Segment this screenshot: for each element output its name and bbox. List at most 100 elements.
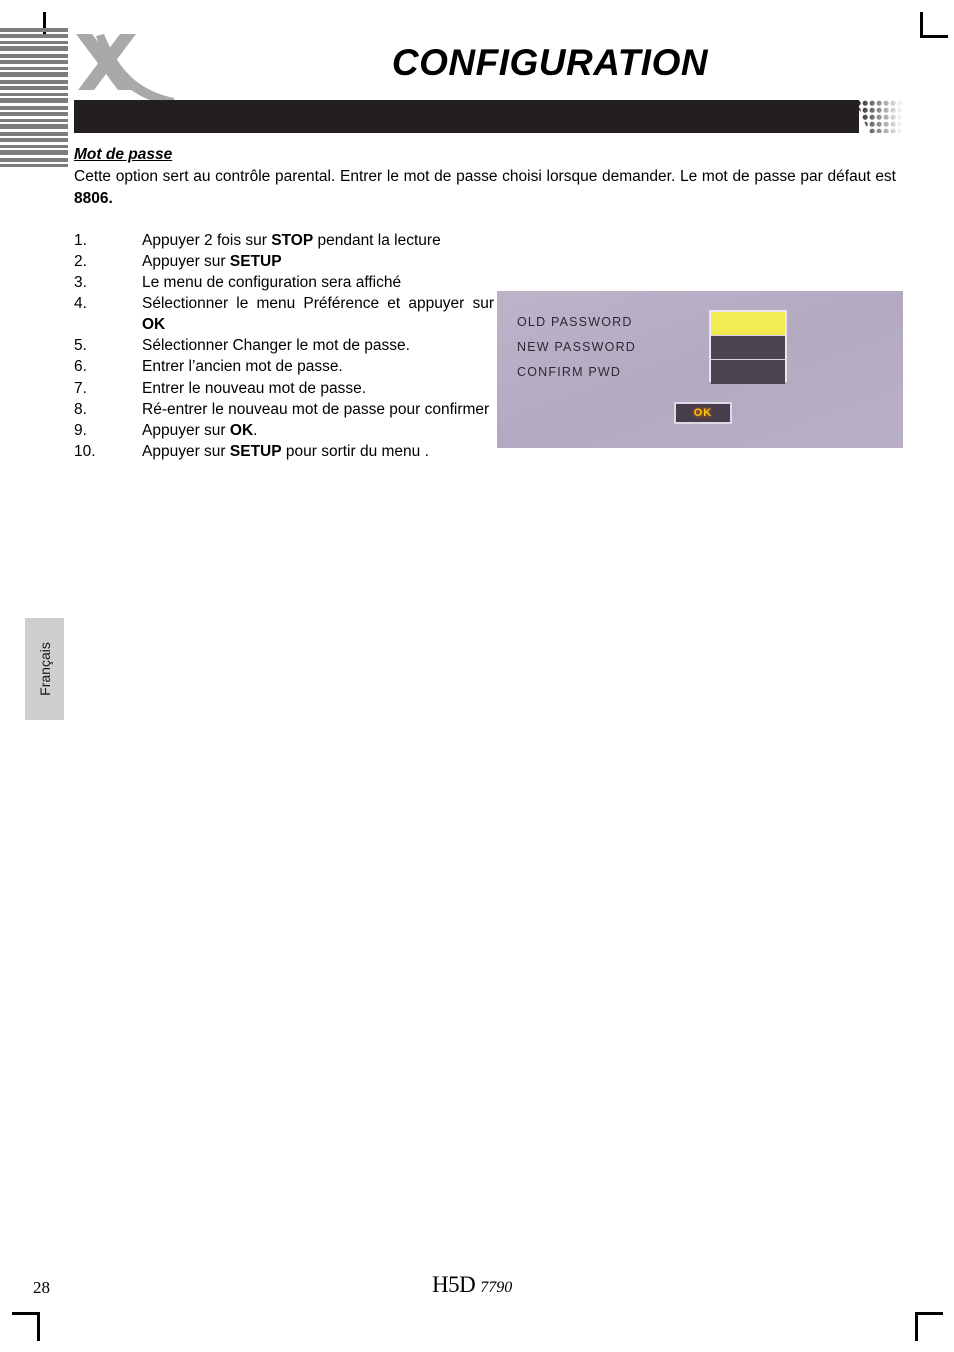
step-number: 3. [74, 274, 87, 292]
header-halftone-dots-decoration [855, 100, 903, 133]
step-text: Le menu de configuration sera affiché [142, 272, 494, 293]
step-text-lead: Ré-entrer le nouveau mot de passe pour c… [142, 400, 490, 418]
step-text: Sélectionner le menu Préférence et appuy… [142, 293, 494, 335]
osd-ok-button-label: OK [693, 407, 713, 419]
stripe-rule [0, 54, 68, 58]
step-text: Entrer l’ancien mot de passe. [142, 356, 494, 377]
stripe-rule [0, 106, 68, 110]
step-number: 1. [74, 232, 87, 249]
stripe-rule [0, 60, 68, 64]
step-number: 10. [74, 442, 96, 460]
crop-mark-horizontal-rule [12, 1312, 40, 1315]
stripe-rule [0, 124, 68, 129]
step-text-lead: Sélectionner Changer le mot de passe. [142, 337, 410, 355]
stripe-rule [0, 93, 68, 96]
step-text: Appuyer sur SETUP [142, 251, 494, 272]
step-number: 4. [74, 295, 87, 313]
brand-x-logo-icon [74, 28, 184, 110]
osd-old-password-field[interactable] [711, 312, 785, 336]
osd-new-password-field[interactable] [711, 336, 785, 360]
stripe-rule [0, 138, 68, 142]
crop-mark-bottom-right [915, 1312, 943, 1341]
step-text: Appuyer 2 fois sur STOP pendant la lectu… [142, 230, 494, 251]
osd-confirm-password-label: CONFIRM PWD [517, 365, 622, 379]
stripe-rule [0, 46, 68, 51]
step-number: 8. [74, 400, 87, 418]
stripe-rule [0, 132, 68, 136]
osd-old-password-label: OLD PASSWORD [517, 315, 633, 329]
stripe-rule [0, 86, 68, 90]
step-item: 8. Ré-entrer le nouveau mot de passe pour… [74, 399, 494, 420]
stripe-rule [0, 150, 68, 155]
step-text: Sélectionner Changer le mot de passe. [142, 335, 494, 356]
footer-logo-brand: H5D [432, 1272, 476, 1297]
step-text-lead: Appuyer sur [142, 253, 230, 271]
step-number: 2. [74, 253, 87, 271]
step-text-tail: pour sortir du menu . [281, 442, 429, 460]
step-number: 7. [74, 379, 87, 397]
step-item: 1. Appuyer 2 fois sur STOP pendant la lec… [74, 230, 494, 251]
step-text: Appuyer sur SETUP pour sortir du menu . [142, 441, 494, 462]
step-text-lead: Appuyer sur [142, 442, 230, 460]
step-key-label: OK [229, 421, 254, 439]
step-text-lead: Appuyer sur [142, 421, 230, 439]
step-text-tail: pendant la lecture [313, 232, 441, 249]
step-item: 5. Sélectionner Changer le mot de passe. [74, 335, 494, 356]
osd-password-screenshot: OLD PASSWORD NEW PASSWORD CONFIRM PWD OK [497, 291, 903, 448]
stripe-rule [0, 28, 68, 32]
step-item: 9. Appuyer sur OK. [74, 420, 494, 441]
step-text: Appuyer sur OK. [142, 420, 494, 441]
left-margin-stripe-decoration [0, 28, 68, 167]
stripe-rule [0, 119, 68, 122]
step-number: 6. [74, 358, 87, 376]
step-item: 2. Appuyer sur SETUP [74, 251, 494, 272]
osd-ok-button[interactable]: OK [674, 402, 732, 424]
intro-text: Cette option sert au contrôle parental. … [74, 168, 896, 185]
crop-mark-vertical-rule [37, 1315, 40, 1341]
step-key-label: SETUP [229, 442, 282, 460]
default-password-value: 8806. [74, 190, 113, 208]
step-item: 4. Sélectionner le menu Préférence et app… [74, 293, 494, 335]
step-text-lead: Sélectionner le menu Préférence et appuy… [142, 295, 494, 313]
page-title: CONFIGURATION [391, 42, 709, 83]
crop-mark-bottom-left [12, 1312, 40, 1341]
crop-mark-horizontal-rule [915, 1312, 943, 1315]
step-text: Entrer le nouveau mot de passe. [142, 378, 494, 399]
step-item: 7. Entrer le nouveau mot de passe. [74, 378, 494, 399]
stripe-rule [0, 41, 68, 44]
step-text-lead: Entrer l’ancien mot de passe. [142, 358, 343, 376]
osd-confirm-password-field[interactable] [711, 360, 785, 384]
step-text: Ré-entrer le nouveau mot de passe pour c… [142, 399, 494, 420]
step-key-label: OK [142, 316, 166, 334]
stripe-rule [0, 98, 68, 103]
footer-product-logo: H5D 7790 [432, 1272, 512, 1298]
intro-paragraph: Cette option sert au contrôle parental. … [74, 166, 896, 211]
crop-mark-top-right [920, 12, 948, 38]
osd-new-password-label: NEW PASSWORD [517, 340, 637, 354]
step-text-lead: Appuyer 2 fois sur [142, 232, 272, 249]
stripe-rule [0, 164, 68, 167]
language-tab-francais: Français [25, 618, 64, 720]
step-number: 9. [74, 421, 87, 439]
step-number: 5. [74, 337, 87, 355]
step-key-label: STOP [271, 232, 314, 249]
step-text-tail: . [253, 421, 258, 439]
section-content: Mot de passe Cette option sert au contrô… [74, 146, 896, 211]
stripe-rule [0, 72, 68, 77]
step-text-lead: Le menu de configuration sera affiché [142, 274, 402, 292]
step-item: 10. Appuyer sur SETUP pour sortir du menu… [74, 441, 494, 462]
header-black-bar [74, 100, 859, 133]
section-heading: Mot de passe [74, 146, 173, 163]
page-number: 28 [33, 1278, 50, 1297]
crop-mark-vertical-rule [915, 1315, 918, 1341]
stripe-rule [0, 34, 68, 38]
stripe-rule [0, 112, 68, 116]
step-item: 6. Entrer l’ancien mot de passe. [74, 356, 494, 377]
step-key-label: SETUP [229, 253, 282, 271]
language-tab-label: Français [36, 642, 53, 696]
stripe-rule [0, 158, 68, 162]
footer-logo-model: 7790 [480, 1279, 513, 1296]
crop-mark-horizontal-rule [920, 35, 948, 38]
stripe-rule [0, 67, 68, 70]
steps-list: 1. Appuyer 2 fois sur STOP pendant la lec… [74, 230, 494, 462]
